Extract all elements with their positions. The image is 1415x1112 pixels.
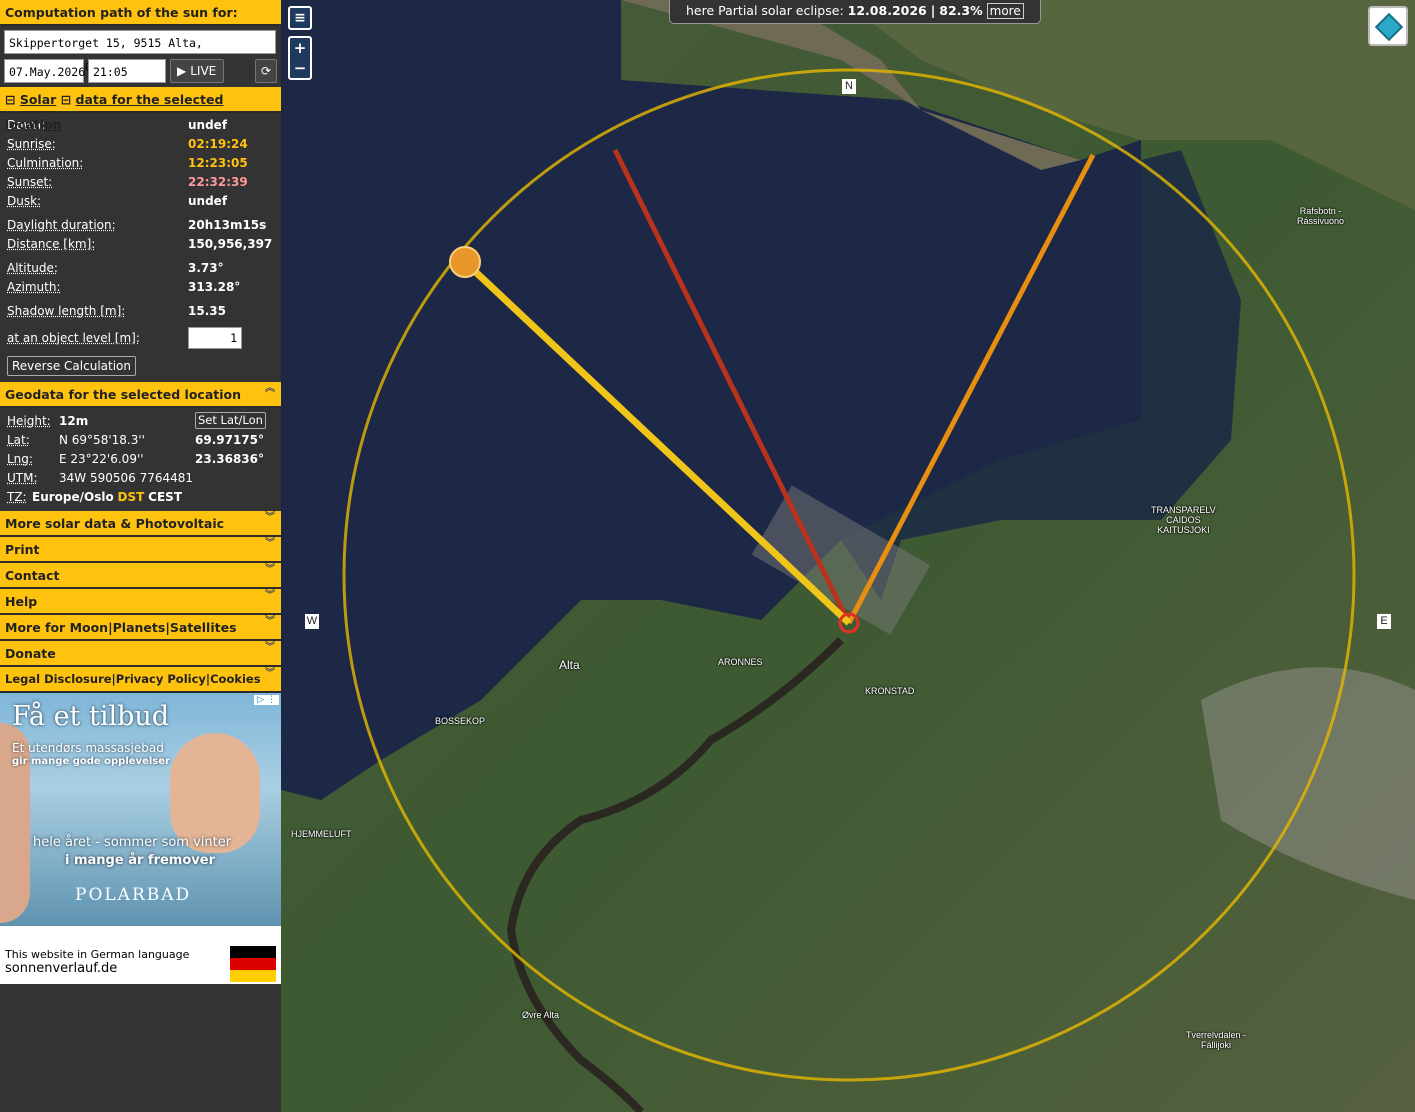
play-icon: ▶ [177, 64, 187, 78]
eclipse-banner: here Partial solar eclipse: 12.08.2026 |… [669, 0, 1041, 24]
solar-section-header[interactable]: ⊟ Solar ⊟ data for the selected location [0, 87, 281, 132]
location-form: Skippertorget 15, 9515 Alta, Finnmark, N… [0, 26, 281, 103]
chevron-down-icon: ︾ [265, 590, 275, 601]
chevron-down-icon: ︾ [265, 642, 275, 653]
culmination-label: Culmination: [7, 156, 84, 170]
date-input[interactable]: 07.May.2026 [4, 59, 85, 83]
north-label: N [842, 79, 856, 94]
sunset-value: 22:32:39 [188, 175, 248, 189]
azimuth-label: Azimuth: [7, 280, 61, 294]
menu-icon[interactable]: ≡ [288, 6, 312, 30]
menu-item-print[interactable]: Print ︾ [0, 537, 281, 563]
menu-item-help[interactable]: Help ︾ [0, 589, 281, 615]
shadow-label: Shadow length [m]: [7, 304, 126, 318]
daylight-value: 20h13m15s [188, 218, 267, 232]
sunrise-value: 02:19:24 [188, 137, 248, 151]
chevron-up-icon: ︽ [265, 383, 275, 394]
zoom-in-button[interactable]: + [290, 38, 310, 58]
advertisement[interactable]: Få et tilbud Et utendørs massasjebad gir… [0, 693, 281, 926]
object-level-input[interactable]: 1 [188, 327, 242, 349]
object-level-label: at an object level [m]: [7, 331, 140, 345]
eclipse-more-button[interactable]: more [986, 3, 1024, 19]
refresh-icon[interactable]: ⟳ [255, 59, 277, 83]
sunset-label: Sunset: [7, 175, 53, 189]
lng-decimal: 23.36836° [195, 452, 265, 466]
zoom-out-button[interactable]: − [290, 58, 310, 78]
sunrise-label: Sunrise: [7, 137, 56, 151]
west-label: W [305, 614, 319, 629]
menu-item-contact[interactable]: Contact ︾ [0, 563, 281, 589]
lng-dms: E 23°22'6.09'' [59, 452, 144, 466]
chevron-down-icon: ︾ [265, 512, 275, 523]
dawn-value: undef [188, 118, 228, 132]
german-flag-icon [230, 946, 276, 982]
dusk-label: Dusk: [7, 194, 42, 208]
height-value: 12m [59, 414, 89, 428]
set-latlon-button[interactable]: Set Lat/Lon [195, 412, 266, 429]
map-label-bossekop: BOSSEKOP [435, 716, 486, 726]
zoom-control: + − [288, 36, 312, 80]
geo-section-header[interactable]: Geodata for the selected location ︽ [0, 382, 281, 408]
map-label-hjemmeluft: HJEMMELUFT [291, 829, 352, 839]
chevron-down-icon: ︾ [265, 668, 275, 679]
sun-position-marker[interactable] [449, 246, 481, 278]
collapse-icon: ⊟ [5, 92, 16, 107]
timezone-abbr: CEST [148, 490, 183, 504]
header-title: Computation path of the sun for: [0, 0, 281, 26]
satellite-map[interactable]: N W E Alta ARONNES KRONSTAD BOSSEKOP HJE… [281, 0, 1415, 1112]
layers-icon [1374, 12, 1404, 42]
map-label-alta: Alta [559, 658, 580, 672]
adchoices-icon[interactable]: ▷ ⋮ [254, 695, 279, 705]
map-label-aronnes: ARONNES [718, 657, 763, 667]
collapse-icon: ⊟ [60, 92, 72, 107]
address-input[interactable]: Skippertorget 15, 9515 Alta, Finnmark, N… [4, 30, 276, 74]
shadow-value: 15.35 [188, 304, 226, 318]
time-input[interactable]: 21:05 UTC+2 [88, 59, 166, 103]
altitude-label: Altitude: [7, 261, 58, 275]
map-label-rafsbotn: Rafsbotn - Rássivuono [1297, 206, 1345, 226]
map-label-ovre-alta: Øvre Alta [522, 1010, 560, 1020]
lat-decimal: 69.97175° [195, 433, 265, 447]
azimuth-value: 313.28° [188, 280, 241, 294]
chevron-down-icon: ︾ [265, 538, 275, 549]
map-label-tverrelvdalen: Tverrelvdalen - Fállijoki [1186, 1030, 1247, 1050]
sidebar: Computation path of the sun for: Skipper… [0, 0, 281, 1112]
german-site-link[interactable]: This website in German language sonnenve… [0, 926, 281, 984]
reverse-calculation-button[interactable]: Reverse Calculation [7, 356, 136, 376]
altitude-value: 3.73° [188, 261, 224, 275]
map-label-kronstad: KRONSTAD [865, 686, 915, 696]
lat-dms: N 69°58'18.3'' [59, 433, 145, 447]
distance-label: Distance [km]: [7, 237, 96, 251]
map-canvas [281, 0, 1415, 1112]
daylight-label: Daylight duration: [7, 218, 116, 232]
chevron-down-icon: ︾ [265, 564, 275, 575]
dst-badge: DST [117, 490, 145, 504]
utm-value: 34W 590506 7764481 [59, 471, 194, 485]
dusk-value: undef [188, 194, 228, 208]
menu-item-more-solar[interactable]: More solar data & Photovoltaic ︾ [0, 511, 281, 537]
menu-item-donate[interactable]: Donate ︾ [0, 641, 281, 667]
live-button[interactable]: ▶ LIVE [170, 59, 224, 83]
solar-data: Dawn:undef Sunrise:02:19:24 Culmination:… [0, 113, 281, 382]
east-label: E [1377, 614, 1391, 629]
map-label-transparely: TRANSPARELV CAIDOS KAITUSJOKI [1151, 505, 1216, 535]
chevron-down-icon: ︾ [265, 616, 275, 627]
distance-value: 150,956,397 [188, 237, 273, 251]
menu-item-legal[interactable]: Legal Disclosure|Privacy Policy|Cookies ︾ [0, 667, 281, 693]
geo-data: Height: 12m Set Lat/Lon Lat: N 69°58'18.3'… [0, 408, 281, 507]
timezone-value: Europe/Oslo [32, 490, 114, 504]
menu-item-moon-planets[interactable]: More for Moon|Planets|Satellites ︾ [0, 615, 281, 641]
layers-button[interactable] [1368, 6, 1408, 46]
culmination-value: 12:23:05 [188, 156, 248, 170]
